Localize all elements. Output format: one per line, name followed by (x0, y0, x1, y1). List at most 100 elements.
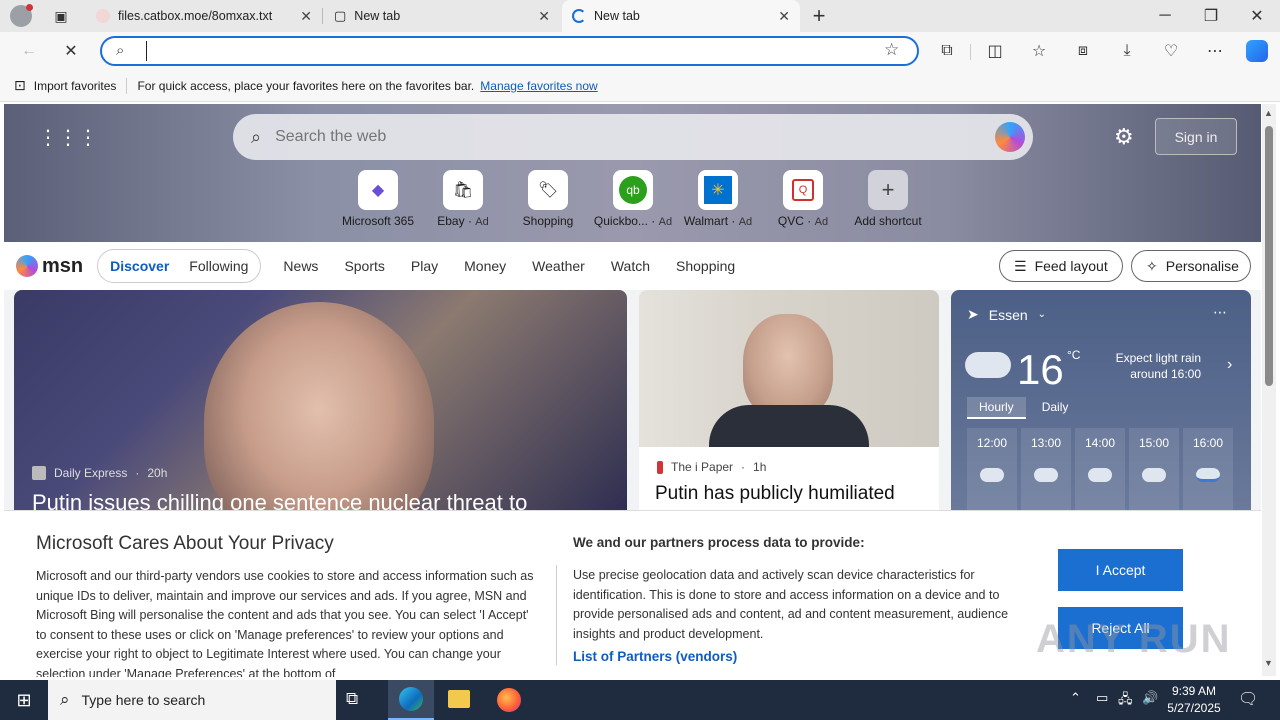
more-menu-icon[interactable]: ⋯ (1200, 36, 1230, 66)
split-screen-icon[interactable]: ◫ (980, 36, 1010, 66)
back-icon[interactable]: ← (14, 36, 44, 66)
nav-shopping[interactable]: Shopping (676, 258, 735, 274)
tab-new-1[interactable]: ▢ New tab ✕ (324, 0, 560, 32)
shortcut-add[interactable]: + Add shortcut (846, 170, 930, 228)
loading-spinner-icon (572, 9, 586, 23)
downloads-icon[interactable]: ⤓ (1112, 36, 1142, 66)
scroll-thumb[interactable] (1265, 126, 1273, 386)
manage-favorites-link[interactable]: Manage favorites now (480, 79, 597, 93)
personalise-button[interactable]: ✧ Personalise (1131, 250, 1251, 282)
second-news-card[interactable]: The i Paper · 1h Putin has publicly humi… (639, 290, 939, 520)
nav-sports[interactable]: Sports (344, 258, 384, 274)
scroll-down-icon[interactable]: ▼ (1264, 658, 1273, 668)
accept-button[interactable]: I Accept (1058, 549, 1183, 591)
volume-icon[interactable]: 🔊 (1142, 690, 1158, 706)
weather-summary[interactable]: Expect light rain around 16:00 (1111, 350, 1201, 382)
location-row[interactable]: ➤ Essen ⌄ (967, 306, 1046, 323)
network-icon[interactable]: 🖧 (1118, 690, 1133, 712)
address-input[interactable] (146, 41, 866, 61)
scroll-up-icon[interactable]: ▲ (1264, 108, 1273, 118)
photo-suit (709, 405, 869, 447)
start-windows-icon[interactable]: ⊞ (0, 680, 48, 720)
apps-launcher-icon[interactable]: ⋮⋮⋮ (38, 128, 98, 148)
favorites-icon[interactable]: ☆ (1024, 36, 1054, 66)
news-photo (204, 302, 434, 520)
tab-following[interactable]: Following (189, 258, 248, 274)
sign-in-button[interactable]: Sign in (1155, 118, 1237, 155)
nav-news[interactable]: News (283, 258, 318, 274)
shortcut-walmart[interactable]: ✳ Walmart · Ad (676, 170, 760, 228)
new-tab-icon[interactable]: + (804, 1, 834, 31)
tab-hourly[interactable]: Hourly (967, 397, 1026, 419)
shortcut-microsoft-365[interactable]: ◆ Microsoft 365 (336, 170, 420, 228)
profile-alert-dot (26, 4, 33, 11)
tab-daily[interactable]: Daily (1026, 397, 1085, 419)
headline[interactable]: Putin has publicly humiliated (655, 483, 935, 505)
tab-bar: ▣ files.catbox.moe/8omxax.txt ✕ ▢ New ta… (0, 0, 1280, 32)
nav-watch[interactable]: Watch (611, 258, 650, 274)
edge-taskbar-icon[interactable] (388, 680, 434, 720)
msn-logo[interactable]: msn (42, 255, 83, 278)
page-favicon-icon (96, 9, 110, 23)
summary-line-1: Expect light rain (1115, 351, 1201, 365)
taskbar-search[interactable]: ⌕ Type here to search (48, 680, 336, 720)
import-favorites-button[interactable]: Import favorites (34, 79, 117, 93)
main-news-card[interactable]: Daily Express · 20h Putin issues chillin… (14, 290, 627, 520)
minimize-icon[interactable]: ─ (1150, 1, 1180, 31)
device-icon[interactable]: ▭ (1096, 690, 1108, 706)
close-window-icon[interactable]: ✕ (1242, 1, 1272, 31)
cloud-icon (1034, 468, 1058, 482)
consent-title: Microsoft Cares About Your Privacy (36, 533, 334, 554)
copilot-search-icon[interactable] (995, 122, 1025, 152)
restore-icon[interactable]: ❐ (1196, 1, 1226, 31)
file-explorer-icon[interactable] (448, 690, 470, 708)
shortcut-shopping[interactable]: 🏷 Shopping (506, 170, 590, 228)
extensions-icon[interactable]: ⧉ (932, 36, 962, 66)
tab-actions-icon[interactable]: ▣ (46, 1, 76, 31)
tab-new-2[interactable]: New tab ✕ (562, 0, 800, 32)
chevron-right-icon[interactable]: › (1227, 356, 1232, 374)
settings-gear-icon[interactable]: ⚙ (1114, 124, 1134, 150)
close-tab-icon[interactable]: ✕ (538, 8, 550, 25)
close-tab-icon[interactable]: ✕ (300, 8, 312, 25)
hour-column: 13:00 (1021, 428, 1071, 518)
web-search-input[interactable] (275, 128, 956, 146)
nav-weather[interactable]: Weather (532, 258, 585, 274)
weather-card[interactable]: ➤ Essen ⌄ ⋯ 16 °C Expect light rain arou… (951, 290, 1251, 520)
shortcut-qvc[interactable]: Q QVC · Ad (761, 170, 845, 228)
close-tab-icon[interactable]: ✕ (778, 8, 790, 25)
task-view-icon[interactable]: ⧉ (346, 689, 358, 709)
stop-loading-icon[interactable]: ✕ (56, 36, 86, 66)
tab-catbox[interactable]: files.catbox.moe/8omxax.txt ✕ (86, 0, 322, 32)
browser-essentials-icon[interactable]: ♡ (1156, 36, 1186, 66)
partners-link[interactable]: List of Partners (vendors) (573, 649, 737, 664)
cloud-icon (1142, 468, 1166, 482)
favorite-star-icon[interactable]: ☆ (884, 40, 899, 60)
clock[interactable]: 9:39 AM 5/27/2025 (1164, 683, 1224, 717)
notifications-icon[interactable]: 🗨 (1238, 689, 1258, 709)
firefox-icon[interactable] (497, 688, 521, 712)
page-scrollbar[interactable]: ▲ ▼ (1262, 104, 1276, 676)
current-temperature: 16 (1017, 346, 1064, 393)
m365-icon: ◆ (358, 170, 398, 210)
msn-logo-icon (16, 255, 38, 277)
shortcut-ebay[interactable]: 🛍 Ebay · Ad (421, 170, 505, 228)
more-options-icon[interactable]: ⋯ (1213, 304, 1227, 321)
nav-play[interactable]: Play (411, 258, 438, 274)
web-search-box[interactable]: ⌕ (233, 114, 1033, 160)
tab-discover[interactable]: Discover (110, 258, 169, 274)
source-logo-icon (657, 460, 663, 474)
collections-icon[interactable]: ⧈ (1068, 36, 1098, 66)
browser-toolbar: ← ✕ ⌕ ☆ ⧉ ◫ ☆ ⧈ ⤓ ♡ ⋯ (0, 32, 1280, 70)
address-bar[interactable]: ⌕ ☆ (100, 36, 919, 66)
partners-body: Use precise geolocation data and activel… (573, 568, 1009, 641)
copilot-icon[interactable] (1246, 40, 1268, 62)
nav-money[interactable]: Money (464, 258, 506, 274)
hour-column: 12:00 (967, 428, 1017, 518)
show-hidden-icons-icon[interactable]: ⌃ (1070, 690, 1081, 706)
feed-layout-button[interactable]: ☰ Feed layout (999, 250, 1123, 282)
cloud-icon (980, 468, 1004, 482)
consent-body: Microsoft and our third-party vendors us… (36, 569, 534, 677)
shortcut-label: Add shortcut (854, 214, 922, 228)
shortcut-quickbooks[interactable]: qb Quickbo... · Ad (591, 170, 675, 228)
